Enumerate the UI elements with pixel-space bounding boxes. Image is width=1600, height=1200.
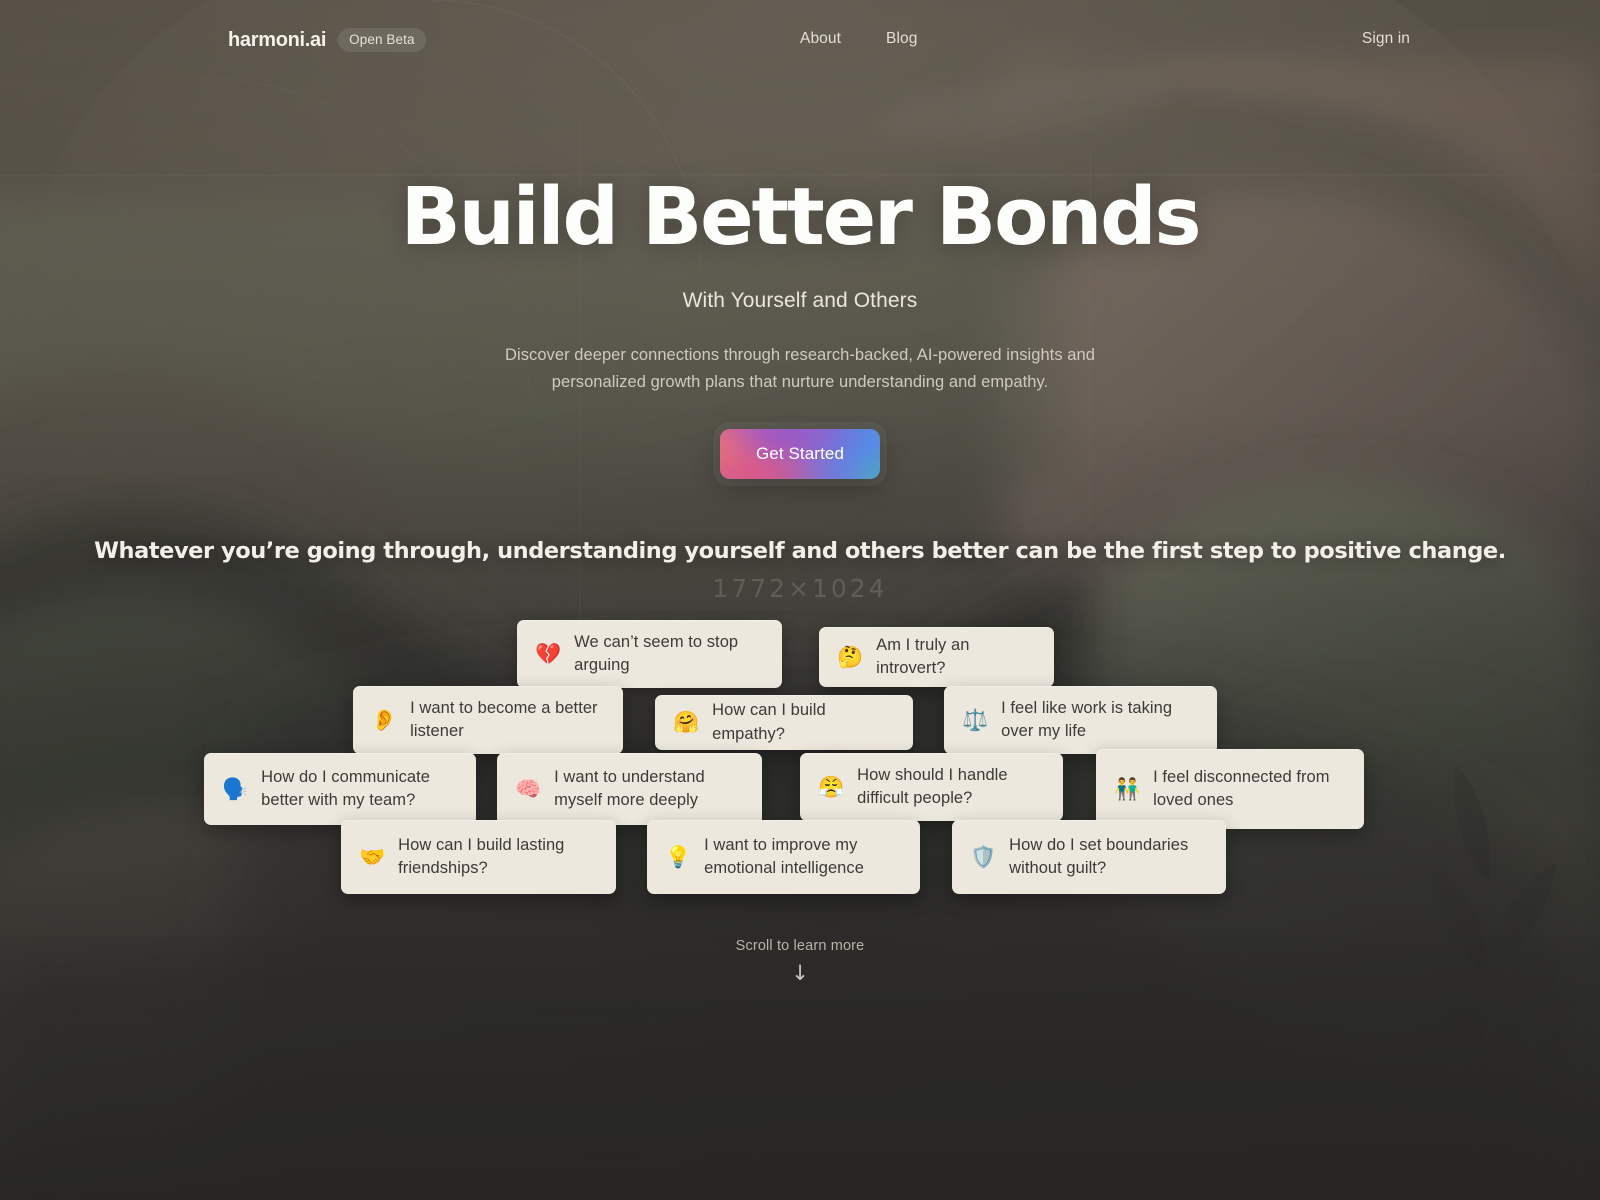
speaking-head-icon: 🗣️ bbox=[222, 776, 249, 801]
prompt-card-text: How do I set boundaries without guilt? bbox=[1009, 835, 1189, 877]
sign-in-link[interactable]: Sign in bbox=[1362, 30, 1410, 47]
prompt-card[interactable]: 🧠 I want to understand myself more deeply bbox=[497, 753, 762, 825]
scroll-down-arrow-icon[interactable]: ↓ bbox=[0, 963, 1600, 984]
nav-link-blog[interactable]: Blog bbox=[886, 30, 917, 48]
prompt-card-text: I want to improve my emotional intellige… bbox=[704, 835, 864, 877]
prompt-card-text: How can I build empathy? bbox=[712, 701, 826, 743]
handshake-icon: 🤝 bbox=[359, 844, 386, 869]
light-bulb-icon: 💡 bbox=[665, 844, 692, 869]
prompt-card-text: Am I truly an introvert? bbox=[876, 635, 970, 677]
prompt-card-text: I feel like work is taking over my life bbox=[1001, 698, 1173, 740]
balance-scale-icon: ⚖️ bbox=[962, 707, 989, 732]
prompt-card-text: I want to understand myself more deeply bbox=[554, 767, 705, 809]
broken-heart-icon: 💔 bbox=[535, 641, 562, 666]
two-people-icon: 👬 bbox=[1114, 776, 1141, 801]
prompt-card[interactable]: 👂 I want to become a better listener bbox=[353, 686, 623, 754]
open-beta-badge: Open Beta bbox=[338, 28, 426, 52]
auth-nav: Sign in bbox=[1362, 30, 1410, 48]
prompt-card[interactable]: 🤗 How can I build empathy? bbox=[655, 695, 913, 750]
prompt-card[interactable]: 💡 I want to improve my emotional intellig… bbox=[647, 820, 920, 894]
site-header: harmoni.ai Open Beta About Blog Sign in bbox=[0, 0, 1600, 80]
prompt-card-text: How do I communicate better with my team… bbox=[261, 767, 430, 809]
prompt-card[interactable]: 👬 I feel disconnected from loved ones bbox=[1096, 749, 1364, 829]
prompt-card[interactable]: 🛡️ How do I set boundaries without guilt? bbox=[952, 820, 1226, 894]
ear-icon: 👂 bbox=[371, 707, 398, 732]
prompt-card[interactable]: 💔 We can’t seem to stop arguing bbox=[517, 620, 782, 688]
prompt-card[interactable]: 🗣️ How do I communicate better with my te… bbox=[204, 753, 476, 825]
prompt-card-text: I want to become a better listener bbox=[410, 698, 598, 740]
thinking-face-icon: 🤔 bbox=[837, 644, 864, 669]
logo[interactable]: harmoni.ai bbox=[228, 29, 326, 52]
shield-icon: 🛡️ bbox=[970, 844, 997, 869]
hugging-face-icon: 🤗 bbox=[673, 710, 700, 734]
primary-nav: About Blog bbox=[800, 30, 917, 48]
prompt-card-cluster: 💔 We can’t seem to stop arguing 🤔 Am I trul… bbox=[0, 0, 1600, 1200]
page-root: harmoni.ai Open Beta About Blog Sign in … bbox=[0, 0, 1600, 1200]
face-with-steam-icon: 😤 bbox=[818, 774, 845, 799]
brain-icon: 🧠 bbox=[515, 776, 542, 801]
prompt-card-text: I feel disconnected from loved ones bbox=[1153, 767, 1330, 809]
prompt-card[interactable]: 😤 How should I handle difficult people? bbox=[800, 753, 1063, 821]
prompt-card-text: We can’t seem to stop arguing bbox=[574, 632, 739, 674]
prompt-card[interactable]: ⚖️ I feel like work is taking over my lif… bbox=[944, 686, 1217, 754]
prompt-card-text: How can I build lasting friendships? bbox=[398, 835, 565, 877]
nav-link-about[interactable]: About bbox=[800, 30, 841, 48]
prompt-card[interactable]: 🤝 How can I build lasting friendships? bbox=[341, 820, 616, 894]
scroll-hint-label: Scroll to learn more bbox=[735, 938, 865, 954]
prompt-card[interactable]: 🤔 Am I truly an introvert? bbox=[819, 627, 1054, 687]
brand-area: harmoni.ai Open Beta bbox=[228, 28, 426, 52]
prompt-card-text: How should I handle difficult people? bbox=[857, 765, 1008, 807]
